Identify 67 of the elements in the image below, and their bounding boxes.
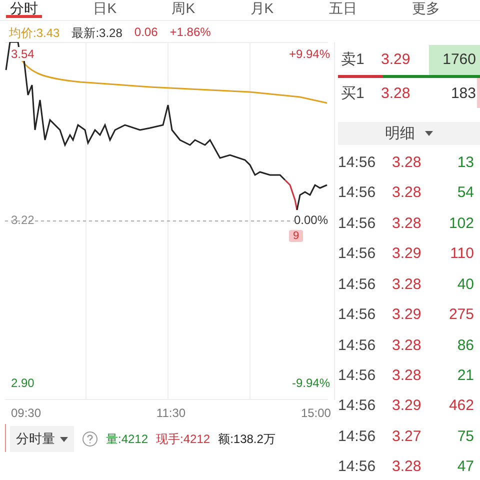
order-volume: 183 — [429, 78, 480, 108]
trade-price: 3.28 — [391, 214, 422, 232]
trade-time: 14:56 — [338, 276, 377, 293]
caret-icon — [425, 131, 433, 136]
chart-tab[interactable]: 周K — [168, 0, 200, 18]
trade-price: 3.29 — [391, 245, 422, 262]
time-label: 09:30 — [11, 406, 42, 420]
trade-time: 14:56 — [338, 366, 377, 384]
trade-volume: 462 — [448, 397, 475, 414]
trade-volume: 13 — [456, 154, 475, 172]
previous-close-label: 3.22 — [11, 213, 34, 227]
trade-price: 3.28 — [391, 184, 422, 202]
trade-price: 3.27 — [391, 428, 422, 445]
latest-price: 最新:3.28 — [72, 25, 122, 39]
trade-volume: 40 — [456, 276, 475, 293]
trade-price: 3.28 — [391, 366, 422, 384]
trade-volume: 75 — [456, 428, 475, 445]
trade-price: 3.28 — [391, 458, 422, 476]
trade-volume: 275 — [448, 306, 475, 324]
low-point-marker: 9 — [289, 230, 304, 242]
change-percent: +1.86% — [170, 25, 211, 39]
chart-tab[interactable]: 更多 — [408, 0, 444, 18]
zero-percent-label: 0.00% — [294, 213, 328, 227]
time-label: 15:00 — [300, 406, 331, 420]
trade-time: 14:56 — [338, 184, 377, 202]
trade-volume: 102 — [448, 214, 475, 232]
chart-tab[interactable]: 五日 — [324, 0, 361, 18]
chart-tab[interactable]: 日K — [89, 0, 121, 18]
trade-price: 3.29 — [391, 306, 422, 324]
trade-volume: 21 — [456, 366, 475, 384]
order-label: 买1 — [340, 84, 366, 103]
indicator-dropdown[interactable]: 分时量 — [10, 426, 74, 452]
price-change: 0.06 — [134, 25, 158, 39]
average-price: 均价:3.43 — [9, 25, 60, 39]
trade-volume: 86 — [456, 336, 475, 354]
help-icon[interactable] — [82, 431, 98, 447]
trade-time: 14:56 — [338, 214, 377, 232]
details-dropdown[interactable]: 明细 — [338, 122, 480, 146]
low-percent-label: -9.94% — [292, 376, 330, 390]
chart-tab[interactable]: 分时 — [6, 0, 42, 18]
amount-value: 额:138.2万 — [218, 430, 276, 448]
order-price: 3.28 — [381, 84, 412, 102]
trade-volume: 54 — [456, 184, 475, 202]
trade-price: 3.28 — [391, 336, 422, 354]
trade-volume: 110 — [449, 245, 475, 262]
low-price-label: 2.90 — [11, 376, 34, 390]
trade-time: 14:56 — [338, 245, 377, 262]
trade-price: 3.28 — [391, 154, 422, 172]
volume-value: 量:4212 — [106, 430, 148, 448]
current-hand-value: 现手:4212 — [156, 430, 210, 448]
chart-tab[interactable]: 月K — [246, 0, 278, 18]
trade-time: 14:56 — [338, 397, 377, 414]
caret-icon — [60, 436, 68, 442]
trade-time: 14:56 — [338, 458, 377, 476]
trade-volume: 47 — [456, 458, 475, 476]
trade-price: 3.28 — [391, 276, 422, 293]
trade-time: 14:56 — [338, 336, 377, 354]
order-label: 卖1 — [340, 50, 366, 70]
high-percent-label: +9.94% — [288, 47, 330, 61]
trade-price: 3.29 — [391, 397, 422, 414]
order-price: 3.29 — [381, 51, 412, 68]
high-price-label: 3.54 — [11, 47, 34, 61]
order-volume: 1760 — [429, 45, 480, 75]
trade-time: 14:56 — [338, 428, 377, 445]
trade-time: 14:56 — [338, 306, 377, 324]
trade-time: 14:56 — [338, 154, 377, 172]
time-label: 11:30 — [156, 406, 186, 420]
